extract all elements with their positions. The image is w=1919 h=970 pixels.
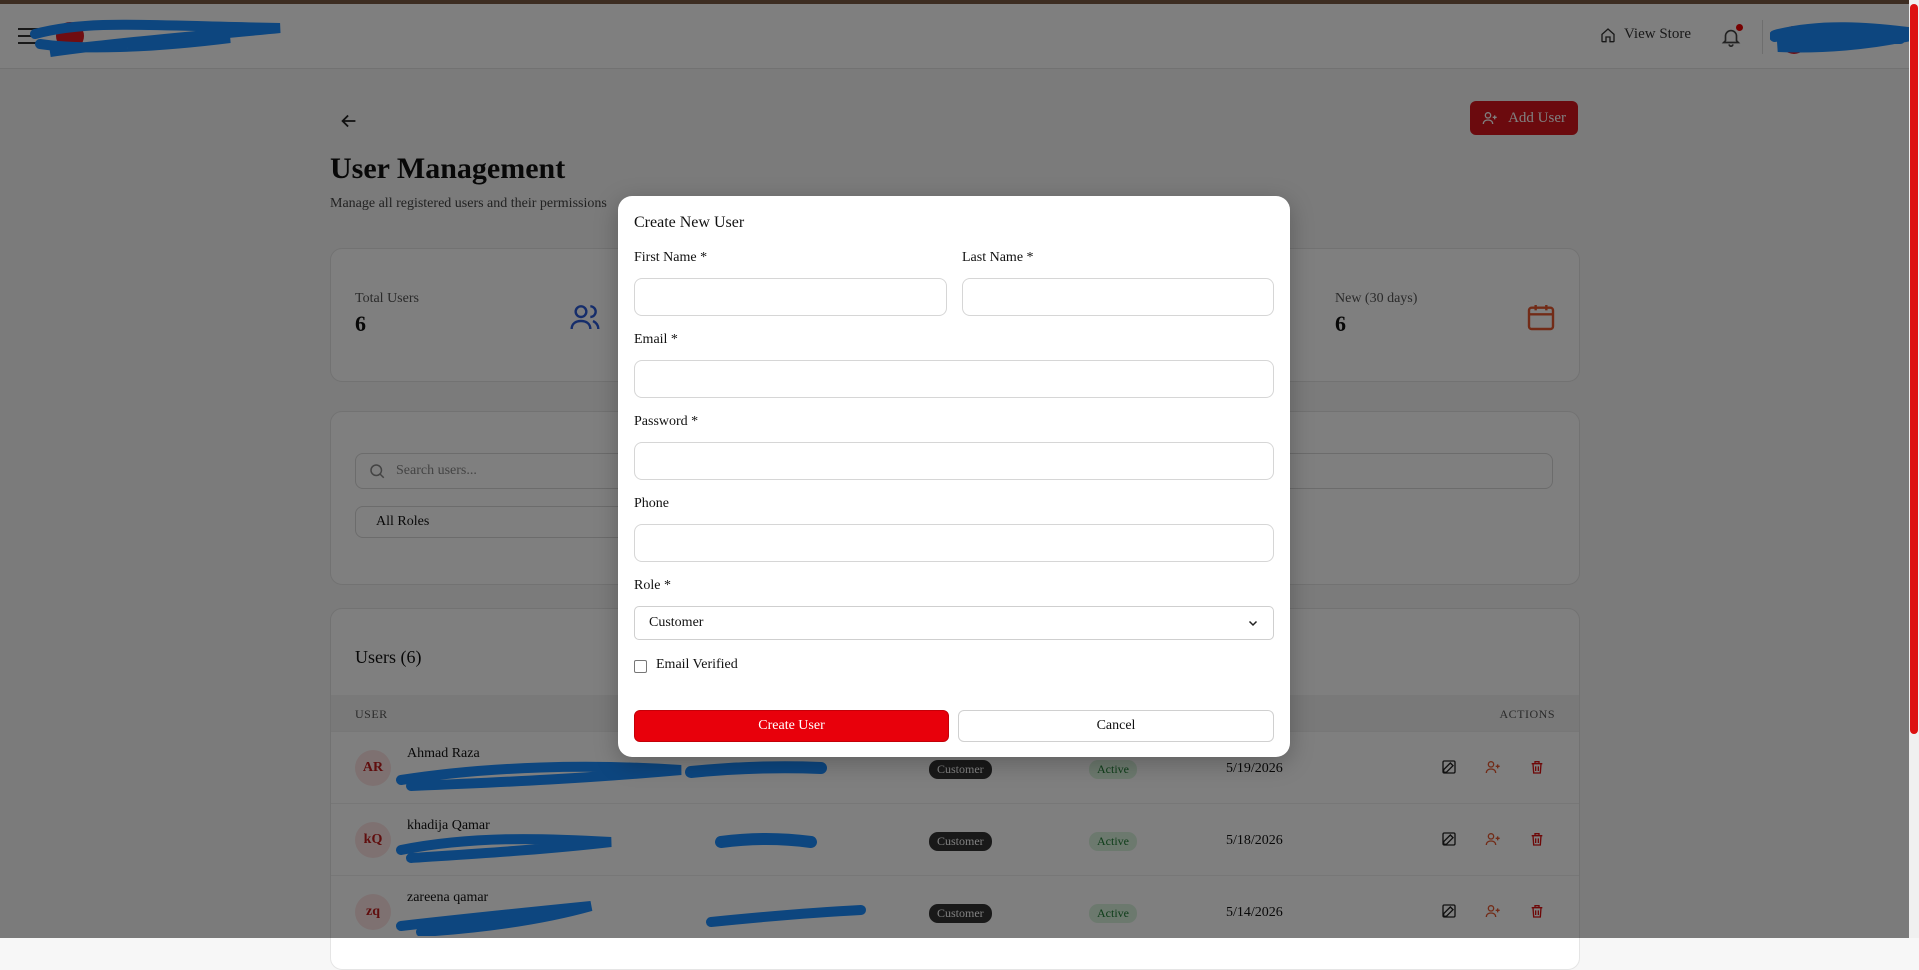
email-label: Email *	[634, 332, 678, 347]
role-select-value: Customer	[649, 615, 704, 630]
scrollbar-thumb[interactable]	[1910, 4, 1918, 734]
first-name-label: First Name *	[634, 250, 708, 265]
chevron-down-icon	[1248, 620, 1258, 627]
create-user-modal: Create New User First Name * Last Name *…	[618, 196, 1290, 757]
phone-label: Phone	[634, 496, 669, 511]
modal-title: Create New User	[634, 214, 745, 231]
password-label: Password *	[634, 414, 699, 429]
cancel-button[interactable]: Cancel	[958, 710, 1274, 742]
last-name-input[interactable]	[962, 278, 1274, 316]
password-input[interactable]	[634, 442, 1274, 480]
email-verified-label: Email Verified	[656, 657, 738, 672]
role-label: Role *	[634, 578, 671, 593]
email-input[interactable]	[634, 360, 1274, 398]
first-name-input[interactable]	[634, 278, 947, 316]
page-scrollbar[interactable]	[1909, 0, 1919, 938]
phone-input[interactable]	[634, 524, 1274, 562]
create-user-button[interactable]: Create User	[634, 710, 949, 742]
email-verified-checkbox[interactable]	[634, 660, 647, 673]
last-name-label: Last Name *	[962, 250, 1034, 265]
role-select[interactable]: Customer	[634, 606, 1274, 640]
